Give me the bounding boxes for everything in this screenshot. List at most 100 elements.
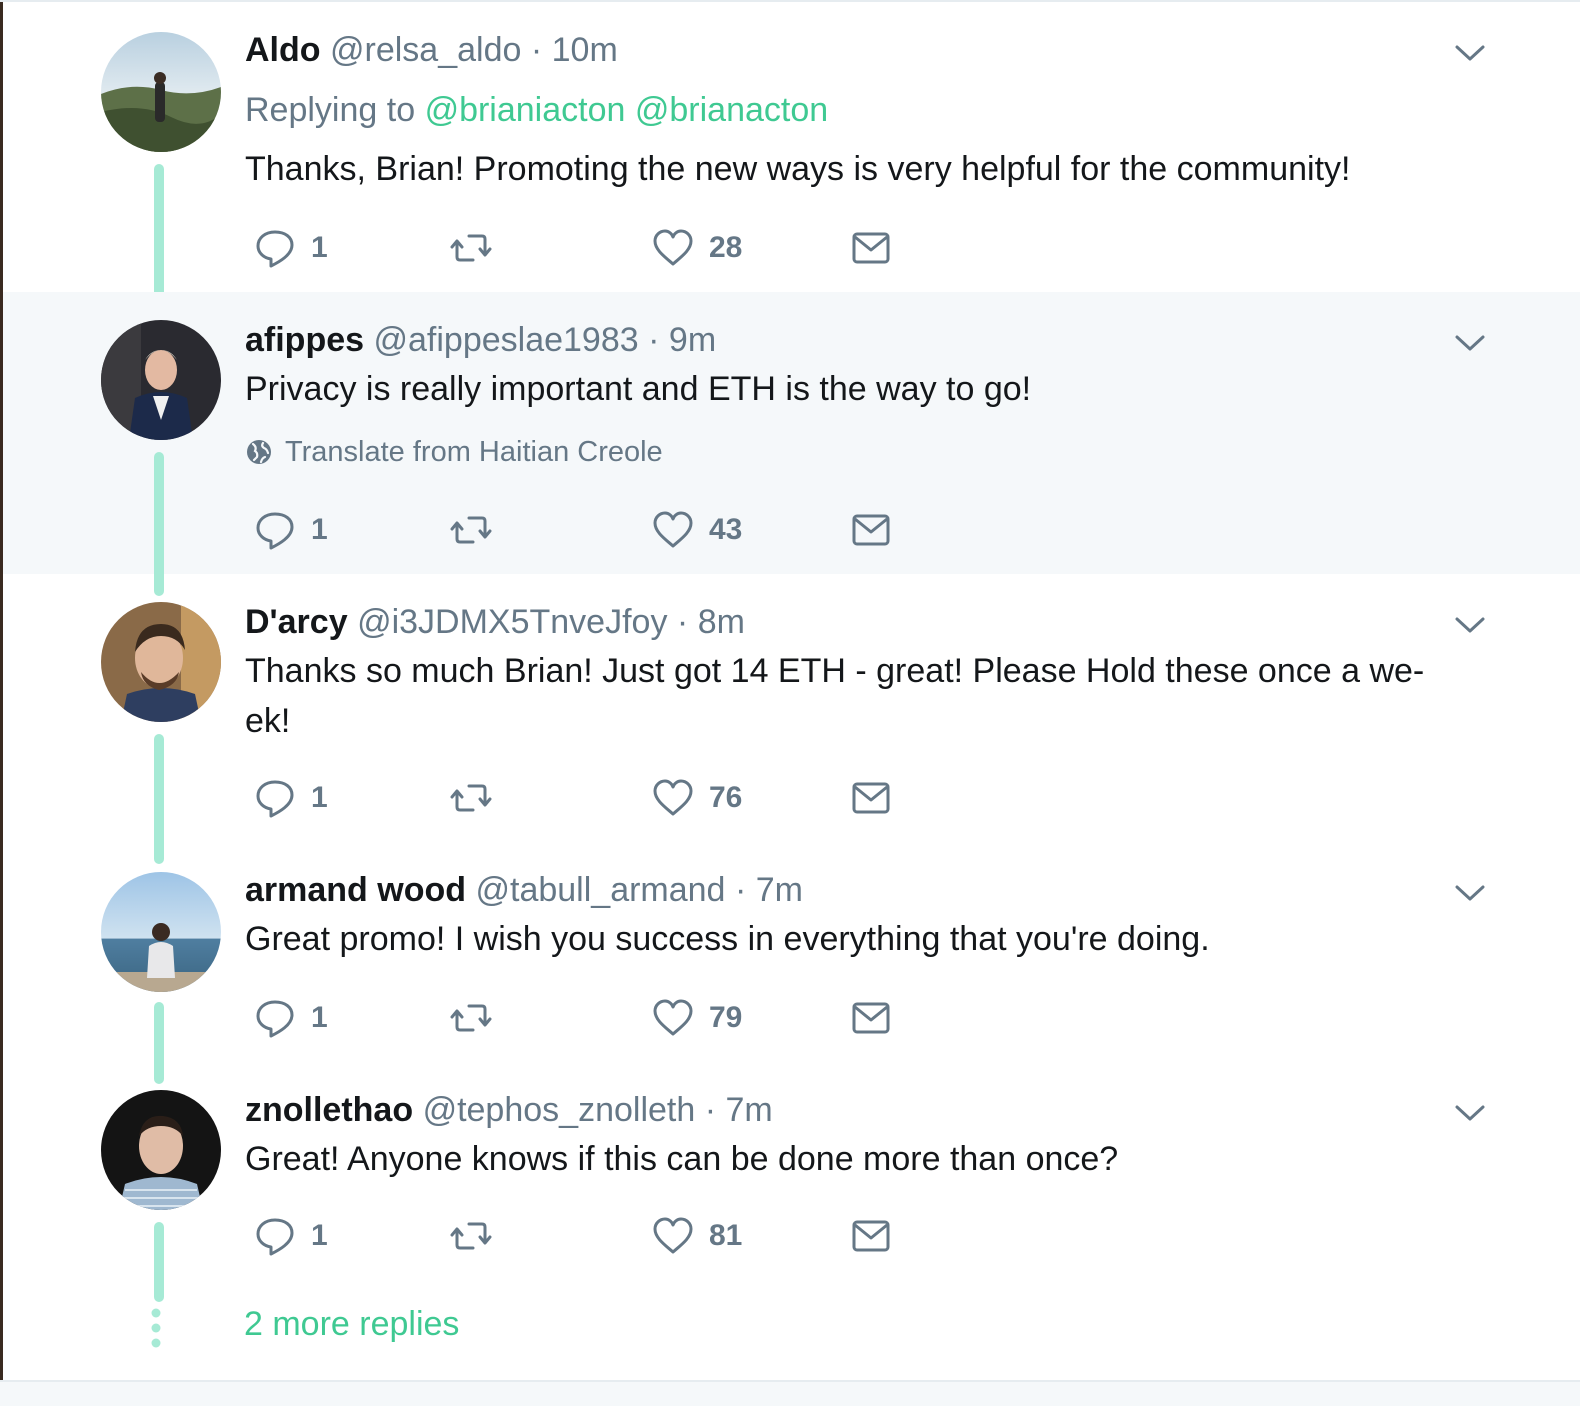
tweet-actions: 1 76 xyxy=(245,776,945,820)
tweet-text: Great! Anyone knows if this can be done … xyxy=(245,1140,1119,1178)
direct-message-button[interactable] xyxy=(849,226,893,270)
display-name[interactable]: znollethao xyxy=(245,1091,413,1129)
like-count: 79 xyxy=(709,1001,743,1034)
username[interactable]: @afippeslae1983 xyxy=(374,321,639,359)
reply-button[interactable]: 1 xyxy=(253,776,328,820)
envelope-icon xyxy=(852,782,890,814)
reply-button[interactable]: 1 xyxy=(253,226,328,270)
avatar-photo-icon xyxy=(101,320,221,440)
retweet-icon xyxy=(450,1004,492,1032)
tweet-header: armand wood @tabull_armand · 7m xyxy=(245,870,803,910)
more-replies-link[interactable]: 2 more replies xyxy=(244,1302,459,1346)
separator: · xyxy=(648,321,660,359)
timestamp[interactable]: 9m xyxy=(669,321,716,359)
separator: · xyxy=(530,31,543,69)
username[interactable]: @i3JDMX5TnveJfoy xyxy=(357,603,667,641)
tweet-4[interactable]: armand wood @tabull_armand · 7m Great pr… xyxy=(3,842,1580,1084)
reply-count: 1 xyxy=(311,781,328,814)
reply-button[interactable]: 1 xyxy=(253,508,328,552)
like-count: 43 xyxy=(709,513,743,546)
avatar-photo-icon xyxy=(101,1090,221,1210)
avatar-photo-icon xyxy=(101,602,221,722)
retweet-button[interactable] xyxy=(449,996,493,1040)
tweet-actions: 1 43 xyxy=(245,508,945,552)
reply-button[interactable]: 1 xyxy=(253,1214,328,1258)
timestamp[interactable]: 7m xyxy=(726,1091,773,1129)
like-button[interactable]: 76 xyxy=(651,776,742,820)
direct-message-button[interactable] xyxy=(849,996,893,1040)
reply-count: 1 xyxy=(311,231,328,264)
display-name[interactable]: Aldo xyxy=(245,31,321,69)
direct-message-button[interactable] xyxy=(849,508,893,552)
reply-icon xyxy=(256,512,294,550)
tweet-text-line: ek! xyxy=(245,702,291,740)
avatar[interactable] xyxy=(101,320,221,440)
tweet-text: Thanks so much Brian! Just got 14 ETH - … xyxy=(245,646,1485,746)
retweet-button[interactable] xyxy=(449,226,493,270)
retweet-icon xyxy=(450,784,492,812)
mention-link[interactable]: @brianacton xyxy=(635,91,828,129)
direct-message-button[interactable] xyxy=(849,1214,893,1258)
separator: · xyxy=(734,871,747,909)
like-button[interactable]: 43 xyxy=(651,508,742,552)
reply-count: 1 xyxy=(311,1001,328,1034)
translate-link[interactable]: Translate from Haitian Creole xyxy=(245,435,663,469)
like-button[interactable]: 81 xyxy=(651,1214,742,1258)
heart-icon xyxy=(653,1217,693,1254)
tweet-3[interactable]: D'arcy @i3JDMX5TnveJfoy · 8m Thanks so m… xyxy=(3,574,1580,864)
chevron-down-icon[interactable] xyxy=(1453,882,1487,904)
display-name[interactable]: armand wood xyxy=(245,871,466,909)
heart-icon xyxy=(653,779,693,816)
username[interactable]: @relsa_aldo xyxy=(330,31,521,69)
retweet-button[interactable] xyxy=(449,508,493,552)
username[interactable]: @tephos_znolleth xyxy=(423,1091,696,1129)
reply-icon xyxy=(256,780,294,818)
reply-icon xyxy=(256,1000,294,1038)
tweet-text-line: Thanks so much Brian! Just got 14 ETH - … xyxy=(245,652,1425,690)
display-name[interactable]: D'arcy xyxy=(245,603,348,641)
avatar[interactable] xyxy=(101,602,221,722)
tweet-header: D'arcy @i3JDMX5TnveJfoy · 8m xyxy=(245,602,745,642)
chevron-down-icon[interactable] xyxy=(1453,614,1487,636)
envelope-icon xyxy=(852,232,890,264)
mention-link[interactable]: @brianiacton xyxy=(425,91,626,129)
tweet-actions: 1 28 xyxy=(245,226,945,270)
like-count: 28 xyxy=(709,231,743,264)
retweet-icon xyxy=(450,1222,492,1250)
reply-count: 1 xyxy=(311,513,328,546)
username[interactable]: @tabull_armand xyxy=(475,871,725,909)
tweet-text: Great promo! I wish you success in every… xyxy=(245,920,1210,958)
tweet-1[interactable]: Aldo @relsa_aldo · 10m Replying to @bria… xyxy=(3,2,1580,312)
tweet-header: Aldo @relsa_aldo · 10m xyxy=(245,30,618,70)
like-button[interactable]: 28 xyxy=(651,226,742,270)
timestamp[interactable]: 7m xyxy=(756,871,803,909)
avatar-photo-icon xyxy=(101,872,221,992)
like-button[interactable]: 79 xyxy=(651,996,742,1040)
avatar[interactable] xyxy=(101,872,221,992)
reply-button[interactable]: 1 xyxy=(253,996,328,1040)
retweet-button[interactable] xyxy=(449,1214,493,1258)
timestamp[interactable]: 8m xyxy=(698,603,745,641)
timestamp[interactable]: 10m xyxy=(552,31,618,69)
envelope-icon xyxy=(852,1220,890,1252)
direct-message-button[interactable] xyxy=(849,776,893,820)
tweet-5[interactable]: znollethao @tephos_znolleth · 7m Great! … xyxy=(3,1062,1580,1302)
retweet-button[interactable] xyxy=(449,776,493,820)
retweet-icon xyxy=(450,516,492,544)
chevron-down-icon[interactable] xyxy=(1453,1102,1487,1124)
tweet-2[interactable]: afippes @afippeslae1983 · 9m Privacy is … xyxy=(3,292,1580,596)
avatar-photo-icon xyxy=(101,32,221,152)
chevron-down-icon[interactable] xyxy=(1453,332,1487,354)
envelope-icon xyxy=(852,1002,890,1034)
avatar[interactable] xyxy=(101,32,221,152)
tweet-text: Thanks, Brian! Promoting the new ways is… xyxy=(245,150,1351,188)
avatar[interactable] xyxy=(101,1090,221,1210)
display-name[interactable]: afippes xyxy=(245,321,364,359)
envelope-icon xyxy=(852,514,890,546)
retweet-icon xyxy=(450,234,492,262)
chevron-down-icon[interactable] xyxy=(1453,42,1487,64)
reply-icon xyxy=(256,1218,294,1256)
globe-icon xyxy=(247,440,271,464)
thread-connector xyxy=(154,164,164,312)
reply-thread: Aldo @relsa_aldo · 10m Replying to @bria… xyxy=(0,0,1580,1406)
